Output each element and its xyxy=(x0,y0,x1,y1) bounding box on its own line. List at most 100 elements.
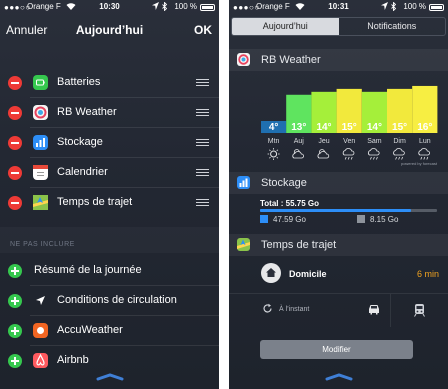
edit-widgets-screen: ●●●○○ Orange F 10:30 100 % Annuler Aujou… xyxy=(0,0,219,389)
rb-weather-app-icon xyxy=(237,53,250,66)
refresh-icon[interactable] xyxy=(262,303,273,314)
temp-label: 13° xyxy=(291,122,306,133)
day-label: Ven xyxy=(343,138,355,145)
temp-label: 15° xyxy=(342,122,357,133)
transit-mode-button[interactable] xyxy=(390,294,448,327)
tab-today[interactable]: Aujourd’hui xyxy=(232,18,339,35)
widget-header-temps-de-trajet[interactable]: Temps de trajet xyxy=(229,234,448,256)
widget-title: RB Weather xyxy=(261,54,321,66)
weather-forecast-chart[interactable]: 4° Mtn 13° Auj 14° Jeu 15° Ven 14° Sam 15° Dim 16° Lu… xyxy=(229,81,448,167)
widget-title: Temps de trajet xyxy=(261,239,337,251)
forecast-credit: powered by forecast xyxy=(401,161,438,166)
today-notifications-tabs: Aujourd’hui Notifications xyxy=(231,17,446,36)
storage-app-icon xyxy=(237,176,250,189)
location-icon xyxy=(152,2,159,12)
reorder-handle[interactable] xyxy=(196,79,209,87)
widget-row-resume: Résumé de la journée xyxy=(0,256,219,286)
destination-label: Domicile xyxy=(289,269,327,279)
travel-destination-row[interactable]: Domicile 6 min xyxy=(229,258,448,292)
widget-label: Stockage xyxy=(57,136,103,148)
status-bar: ●●●○○ Orange F 10:31 100 % xyxy=(229,0,448,14)
storage-used-legend: 47.59 Go xyxy=(260,215,306,224)
widget-header-stockage[interactable]: Stockage xyxy=(229,172,448,194)
temp-label: 15° xyxy=(392,122,407,133)
widget-label: Airbnb xyxy=(57,354,89,366)
add-widget-button[interactable] xyxy=(8,264,22,278)
widget-label: RB Weather xyxy=(57,106,117,118)
partly-cloudy-icon xyxy=(292,149,304,159)
day-label: Dim xyxy=(393,138,406,145)
widget-row-temps-de-trajet: Temps de trajet xyxy=(0,188,219,218)
travel-mode-row: À l’instant xyxy=(229,293,448,327)
modifier-button[interactable]: Modifier xyxy=(260,340,413,359)
remove-widget-button[interactable] xyxy=(8,196,22,210)
storage-free-legend: 8.15 Go xyxy=(357,215,398,224)
section-separator xyxy=(0,227,219,253)
temp-label: 14° xyxy=(316,122,331,133)
widget-row-calendrier: Calendrier xyxy=(0,158,219,188)
car-icon[interactable] xyxy=(367,303,381,316)
location-arrow-icon xyxy=(33,293,48,308)
widget-label: Conditions de circulation xyxy=(57,294,177,306)
temp-label: 14° xyxy=(367,122,382,133)
widget-title: Stockage xyxy=(261,177,307,189)
storage-app-icon xyxy=(33,135,48,150)
widget-label: Temps de trajet xyxy=(57,196,133,208)
battery-app-icon xyxy=(33,75,48,90)
rb-weather-app-icon xyxy=(33,105,48,120)
bluetooth-icon xyxy=(391,1,397,13)
storage-used-value: 47.59 Go xyxy=(273,215,306,224)
reorder-handle[interactable] xyxy=(196,139,209,147)
remove-widget-button[interactable] xyxy=(8,166,22,180)
location-icon xyxy=(381,2,388,12)
temp-label: 4° xyxy=(269,122,279,133)
partly-cloudy-icon xyxy=(317,149,330,159)
updated-label: À l’instant xyxy=(279,306,310,313)
remove-widget-button[interactable] xyxy=(8,136,22,150)
widget-label: Résumé de la journée xyxy=(34,264,142,276)
accuweather-app-icon xyxy=(33,323,48,338)
add-widget-button[interactable] xyxy=(8,294,22,308)
nav-bar: Annuler Aujourd’hui OK xyxy=(0,17,219,43)
day-label: Mtn xyxy=(268,138,280,145)
battery-icon xyxy=(200,4,215,11)
widget-row-accuweather: AccuWeather xyxy=(0,316,219,346)
reorder-handle[interactable] xyxy=(196,109,209,117)
rain-icon xyxy=(367,148,380,160)
battery-icon xyxy=(429,4,444,11)
chevron-handle-icon[interactable] xyxy=(325,372,353,382)
day-label: Sam xyxy=(367,138,382,145)
widget-label: Batteries xyxy=(57,76,101,88)
status-bar: ●●●○○ Orange F 10:30 100 % xyxy=(0,0,219,14)
tab-notifications[interactable]: Notifications xyxy=(339,18,446,35)
widget-row-batteries: Batteries xyxy=(0,68,219,98)
day-label: Jeu xyxy=(318,138,329,145)
airbnb-app-icon xyxy=(33,353,48,368)
section-header: NE PAS INCLURE xyxy=(10,241,75,248)
bluetooth-icon xyxy=(162,1,168,13)
temp-label: 16° xyxy=(417,122,432,133)
home-icon xyxy=(261,263,281,283)
storage-bar xyxy=(260,209,437,212)
maps-app-icon xyxy=(33,195,48,210)
train-icon xyxy=(414,304,425,317)
chevron-handle-icon[interactable] xyxy=(96,372,124,382)
remove-widget-button[interactable] xyxy=(8,76,22,90)
storage-used-fill xyxy=(260,209,412,212)
page-title: Aujourd’hui xyxy=(75,23,144,37)
rain-icon xyxy=(393,148,405,160)
reorder-handle[interactable] xyxy=(196,169,209,177)
used-swatch xyxy=(260,215,268,223)
add-widget-button[interactable] xyxy=(8,324,22,338)
widget-label: Calendrier xyxy=(57,166,108,178)
remove-widget-button[interactable] xyxy=(8,106,22,120)
rain-icon xyxy=(418,148,430,160)
widget-header-rb-weather[interactable]: RB Weather xyxy=(229,49,448,71)
widget-label: AccuWeather xyxy=(57,324,123,336)
widget-row-stockage: Stockage xyxy=(0,128,219,158)
calendar-app-icon xyxy=(33,165,48,180)
ok-button[interactable]: OK xyxy=(194,23,212,37)
add-widget-button[interactable] xyxy=(8,354,22,368)
battery-percent: 100 % xyxy=(174,2,197,11)
reorder-handle[interactable] xyxy=(196,199,209,207)
